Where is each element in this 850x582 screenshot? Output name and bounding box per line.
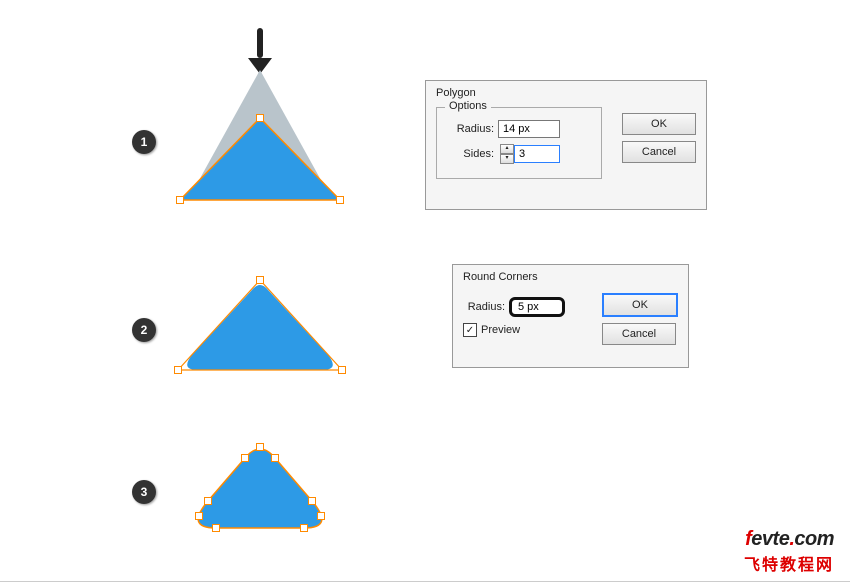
logo-chinese: 飞特教程网 xyxy=(744,551,834,575)
cancel-button[interactable]: Cancel xyxy=(622,141,696,163)
anchor-point[interactable] xyxy=(212,524,220,532)
options-legend: Options xyxy=(445,100,491,112)
step3-shape xyxy=(190,446,330,536)
anchor-point[interactable] xyxy=(271,454,279,462)
preview-checkbox[interactable]: ✓ xyxy=(463,323,477,337)
step1-shape xyxy=(170,70,370,210)
cancel-button[interactable]: Cancel xyxy=(602,323,676,345)
watermark-logo: ffevte.comevte.com 飞特教程网 xyxy=(744,528,834,575)
ok-button[interactable]: OK xyxy=(602,293,678,317)
rounded-triangle-icon xyxy=(187,285,333,370)
sides-label: Sides: xyxy=(449,148,494,160)
anchor-point[interactable] xyxy=(256,114,264,122)
tutorial-canvas: 1 Polygon Options Radius: Sides: ▴▾ xyxy=(0,0,850,582)
blue-triangle-icon xyxy=(180,118,340,200)
anchor-point[interactable] xyxy=(308,497,316,505)
polygon-dialog: Polygon Options Radius: Sides: ▴▾ OK Can… xyxy=(425,80,707,210)
dialog-title: Round Corners xyxy=(453,265,688,287)
logo-domain: ffevte.comevte.com xyxy=(744,528,834,551)
step-badge-3: 3 xyxy=(132,480,156,504)
round-corners-dialog: Round Corners Radius: ✓ Preview OK Cance… xyxy=(452,264,689,368)
anchor-point[interactable] xyxy=(336,196,344,204)
round-radius-input[interactable] xyxy=(509,297,565,317)
anchor-point[interactable] xyxy=(338,366,346,374)
step-badge-2: 2 xyxy=(132,318,156,342)
radius-label: Radius: xyxy=(449,123,494,135)
step2-shape xyxy=(172,280,352,380)
anchor-point[interactable] xyxy=(256,276,264,284)
sides-input[interactable] xyxy=(514,145,560,163)
step-badge-1: 1 xyxy=(132,130,156,154)
ok-button[interactable]: OK xyxy=(622,113,696,135)
sides-spinner[interactable]: ▴▾ xyxy=(500,144,514,164)
anchor-point[interactable] xyxy=(256,443,264,451)
radius-input[interactable] xyxy=(498,120,560,138)
down-arrow-icon xyxy=(248,28,272,74)
anchor-point[interactable] xyxy=(204,497,212,505)
anchor-point[interactable] xyxy=(241,454,249,462)
anchor-point[interactable] xyxy=(300,524,308,532)
anchor-point[interactable] xyxy=(176,196,184,204)
preview-label: Preview xyxy=(481,324,520,336)
rounded-triangle-final-icon xyxy=(198,449,322,528)
options-fieldset: Options Radius: Sides: ▴▾ xyxy=(436,107,602,179)
anchor-point[interactable] xyxy=(317,512,325,520)
anchor-point[interactable] xyxy=(195,512,203,520)
anchor-point[interactable] xyxy=(174,366,182,374)
radius-label: Radius: xyxy=(463,301,505,313)
